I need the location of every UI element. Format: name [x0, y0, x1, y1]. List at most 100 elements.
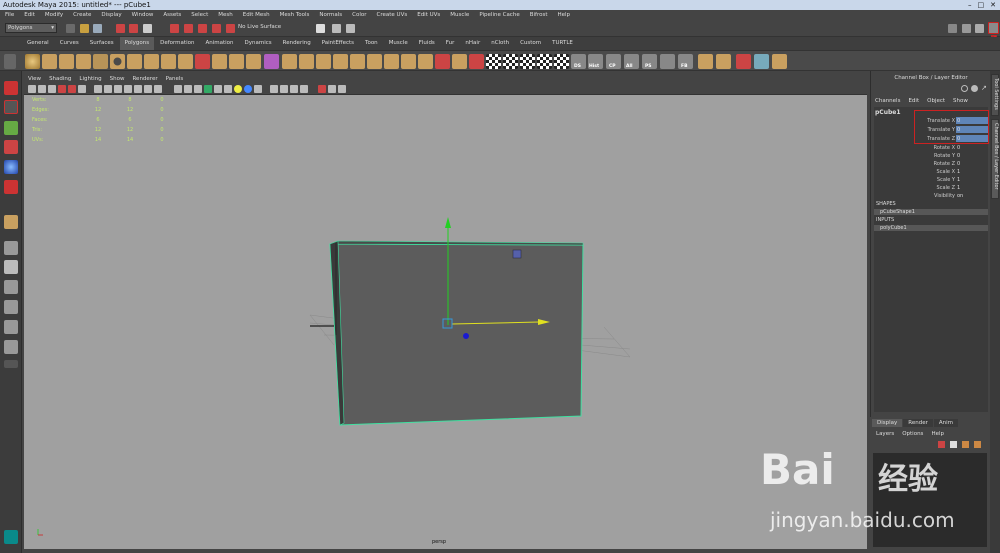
shelf-tab-animation[interactable]: Animation — [200, 37, 238, 50]
menu-modify[interactable]: Modify — [40, 10, 68, 20]
viewport-panel[interactable]: View Shading Lighting Show Renderer Pane… — [24, 75, 867, 549]
poly-cone-icon[interactable] — [76, 54, 91, 69]
smooth-icon[interactable] — [246, 54, 261, 69]
bevel-icon[interactable] — [435, 54, 450, 69]
channel-box-toggle-icon[interactable] — [988, 22, 999, 34]
snap-grid-icon[interactable] — [170, 24, 179, 33]
maximize-button[interactable]: □ — [978, 0, 985, 10]
camera-select-icon[interactable] — [28, 85, 36, 93]
sculpt-icon[interactable] — [698, 54, 713, 69]
boolean-union-icon[interactable] — [299, 54, 314, 69]
layout-persp-outliner-icon[interactable] — [4, 300, 18, 314]
shelf-tab-surfaces[interactable]: Surfaces — [85, 37, 119, 50]
resolution-gate-icon[interactable] — [114, 85, 122, 93]
shelf-options-icon[interactable] — [4, 54, 16, 69]
tab-display[interactable]: Display — [872, 419, 903, 427]
render-settings-icon[interactable] — [346, 24, 355, 33]
use-lights-icon[interactable] — [214, 85, 222, 93]
wireframe-icon[interactable] — [174, 85, 182, 93]
open-scene-icon[interactable] — [80, 24, 89, 33]
lattice-icon[interactable] — [754, 54, 769, 69]
default-light-icon[interactable] — [234, 85, 242, 93]
merge-icon[interactable] — [418, 54, 433, 69]
ipr-render-icon[interactable] — [332, 24, 341, 33]
shelf-tab-custom[interactable]: Custom — [515, 37, 546, 50]
separate-icon[interactable] — [212, 54, 227, 69]
minimize-button[interactable]: – — [968, 0, 972, 10]
snap-point-icon[interactable] — [198, 24, 207, 33]
shelf-tab-ncloth[interactable]: nCloth — [486, 37, 514, 50]
menu-create[interactable]: Create — [68, 10, 96, 20]
relax-icon[interactable] — [716, 54, 731, 69]
safe-title-icon[interactable] — [154, 85, 162, 93]
viewport-menu-renderer[interactable]: Renderer — [128, 75, 161, 83]
menu-create-uvs[interactable]: Create UVs — [372, 10, 413, 20]
attr-visibility[interactable]: Visibility on — [874, 192, 988, 200]
center-pivot-icon[interactable]: CP — [606, 54, 621, 69]
snap-view-icon[interactable] — [212, 24, 221, 33]
outliner-icon[interactable] — [975, 24, 984, 33]
shelf-tab-rendering[interactable]: Rendering — [278, 37, 316, 50]
select-component-icon[interactable] — [143, 24, 152, 33]
cylindrical-mapping-icon[interactable] — [503, 54, 518, 69]
fill-hole-icon[interactable] — [384, 54, 399, 69]
attr-scale-z[interactable]: Scale Z1 — [874, 184, 988, 192]
layer-move-down-icon[interactable] — [974, 441, 981, 448]
flip-icon[interactable] — [660, 54, 675, 69]
shelf-tab-deformation[interactable]: Deformation — [155, 37, 199, 50]
render-icon[interactable] — [316, 24, 325, 33]
poly-pyramid-icon[interactable] — [144, 54, 159, 69]
move-plane-handle[interactable] — [512, 249, 522, 259]
paint-select-tool-icon[interactable] — [4, 121, 18, 135]
spherical-mapping-icon[interactable] — [520, 54, 535, 69]
safe-action-icon[interactable] — [144, 85, 152, 93]
history-icon[interactable]: Hist — [588, 54, 603, 69]
ambient-occlusion-icon[interactable] — [244, 85, 252, 93]
channels-menu[interactable]: Channels — [875, 98, 900, 104]
tab-tool-settings[interactable]: Tool Settings — [991, 74, 999, 116]
rotate-tool-icon[interactable] — [4, 160, 18, 174]
stereo-icon[interactable] — [338, 85, 346, 93]
paint-icon[interactable] — [736, 54, 751, 69]
scene-view[interactable] — [24, 95, 867, 549]
uv-editor-icon[interactable] — [554, 54, 569, 69]
live-surface-icon[interactable] — [226, 24, 235, 33]
arrow-icon[interactable]: ↗ — [981, 85, 988, 92]
bookmark-icon[interactable] — [48, 85, 56, 93]
layout-four-icon[interactable] — [4, 260, 18, 274]
menu-mesh-tools[interactable]: Mesh Tools — [275, 10, 315, 20]
shelf-tab-painteffects[interactable]: PaintEffects — [317, 37, 359, 50]
lock-icon[interactable] — [961, 85, 968, 92]
gate-mask-icon[interactable] — [124, 85, 132, 93]
input-node[interactable]: polyCube1 — [874, 225, 988, 231]
menu-mesh[interactable]: Mesh — [213, 10, 237, 20]
image-plane-icon[interactable] — [58, 85, 66, 93]
shelf-tab-polygons[interactable]: Polygons — [119, 37, 155, 50]
layers-menu[interactable]: Layers — [876, 431, 894, 437]
lasso-tool-icon[interactable] — [4, 100, 18, 114]
menu-edit-uvs[interactable]: Edit UVs — [412, 10, 445, 20]
layout-more-icon[interactable] — [4, 360, 18, 368]
viewport-menu-panels[interactable]: Panels — [162, 75, 188, 83]
wrap-icon[interactable] — [772, 54, 787, 69]
poly-helix-icon[interactable] — [178, 54, 193, 69]
poly-cylinder-icon[interactable] — [59, 54, 74, 69]
menu-display[interactable]: Display — [96, 10, 126, 20]
menu-select[interactable]: Select — [186, 10, 213, 20]
extrude-icon[interactable] — [333, 54, 348, 69]
show-menu[interactable]: Show — [953, 98, 968, 104]
menu-pipeline-cache[interactable]: Pipeline Cache — [474, 10, 524, 20]
poly-cube-icon[interactable] — [42, 54, 57, 69]
xray-components-icon[interactable] — [300, 85, 308, 93]
tab-anim[interactable]: Anim — [933, 419, 959, 427]
shelf-tab-fur[interactable]: Fur — [441, 37, 460, 50]
combine-icon[interactable] — [195, 54, 210, 69]
shelf-tab-turtle[interactable]: TURTLE — [547, 37, 578, 50]
hud-toggle-icon[interactable] — [318, 85, 326, 93]
attr-rotate-z[interactable]: Rotate Z0 — [874, 160, 988, 168]
new-scene-icon[interactable] — [66, 24, 75, 33]
insert-edge-loop-icon[interactable] — [401, 54, 416, 69]
attr-rotate-y[interactable]: Rotate Y0 — [874, 152, 988, 160]
viewport-menu-show[interactable]: Show — [106, 75, 129, 83]
viewport-menu-view[interactable]: View — [24, 75, 45, 83]
